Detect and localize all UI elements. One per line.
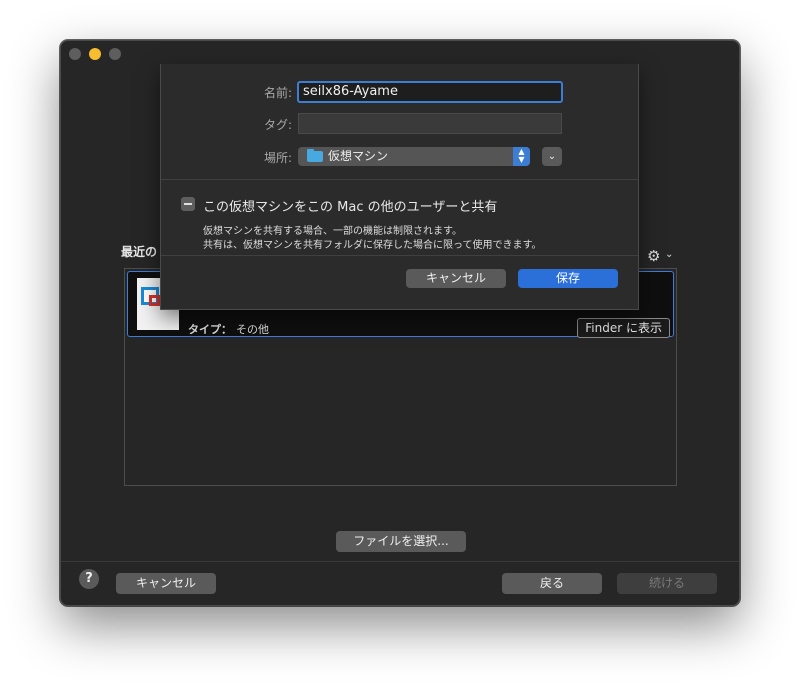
share-description-1: 仮想マシンを共有する場合、一部の機能は制限されます。 [203,226,462,237]
tags-field[interactable] [298,113,562,134]
help-button[interactable]: ? [79,569,99,589]
chevron-down-icon[interactable]: ⌄ [665,249,673,260]
sheet-divider [161,255,638,256]
chevron-down-icon: ⌄ [547,151,557,162]
sheet-save-button[interactable]: 保存 [518,269,618,288]
name-label: 名前: [263,86,292,100]
name-field[interactable]: seilx86-Ayame [297,81,563,103]
vmware-logo-icon [141,287,160,306]
folder-icon [307,149,323,162]
tags-label: タグ: [263,118,292,132]
vm-type-label: タイプ： [188,323,232,336]
location-popup[interactable]: 仮想マシン ▲ ▼ [298,147,530,166]
recent-section-title: 最近の [121,245,158,259]
location-label: 場所: [263,151,292,165]
gear-icon[interactable]: ⚙ [647,247,660,265]
continue-button: 続ける [617,573,717,594]
back-button[interactable]: 戻る [502,573,602,594]
sheet-divider [161,179,638,180]
bottom-divider [61,561,739,562]
sheet-cancel-button[interactable]: キャンセル [406,269,506,288]
choose-file-button[interactable]: ファイルを選択... [336,531,466,552]
share-description-2: 共有は、仮想マシンを共有フォルダに保存した場合に限って使用できます。 [203,240,542,251]
window-minimize-button[interactable] [89,48,101,60]
location-value: 仮想マシン [328,149,389,163]
share-label: この仮想マシンをこの Mac の他のユーザーと共有 [203,200,498,215]
cancel-button[interactable]: キャンセル [116,573,216,594]
vm-type-value: その他 [236,323,269,336]
share-checkbox[interactable] [181,197,195,211]
show-in-finder-button[interactable]: Finder に表示 [577,318,670,338]
save-sheet: 名前: seilx86-Ayame タグ: 場所: 仮想マシン ▲ ▼ ⌄ この仮… [160,64,639,310]
expand-button[interactable]: ⌄ [542,147,562,166]
up-down-arrows-icon: ▲ ▼ [513,147,530,166]
window-zoom-button[interactable] [109,48,121,60]
window-close-button[interactable] [69,48,81,60]
